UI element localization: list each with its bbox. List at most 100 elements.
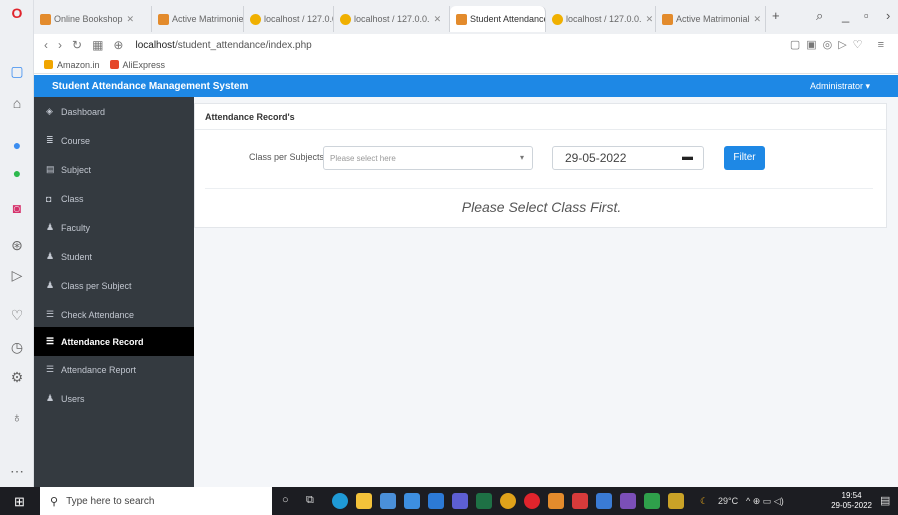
app-navbar: Student Attendance Management System Adm… xyxy=(34,75,898,97)
filter-button[interactable]: Filter xyxy=(724,146,765,170)
url-field[interactable]: localhost/student_attendance/index.php xyxy=(135,40,311,51)
aliexpress-icon xyxy=(109,60,119,69)
whatsapp-icon[interactable]: ● xyxy=(0,164,34,182)
users-icon: ♟ xyxy=(46,393,55,403)
tab-active-matrimonial[interactable]: Active Matrimonial ✕ xyxy=(656,6,766,32)
tab-phpmyadmin-2[interactable]: localhost / 127.0.0. ✕ xyxy=(334,6,450,32)
maximize-icon[interactable]: ▫ xyxy=(864,8,869,23)
sidebar-item-class[interactable]: ◘ Class xyxy=(34,184,194,213)
calendar-app-icon[interactable] xyxy=(404,493,420,509)
history-icon[interactable]: ◷ xyxy=(0,338,34,356)
phpmyadmin-icon xyxy=(250,13,261,25)
mail-icon[interactable] xyxy=(428,493,444,509)
instagram-icon[interactable]: ◙ xyxy=(0,199,34,217)
sidebar-item-subject[interactable]: ▤ Subject xyxy=(34,155,194,184)
tab-active-matrimonie[interactable]: Active Matrimonie ✕ xyxy=(152,6,244,32)
calendar-icon[interactable]: ▬ xyxy=(682,151,693,163)
windows-start-icon[interactable]: ⊞ xyxy=(14,494,25,510)
site-info-icon[interactable]: ⊕ xyxy=(113,38,123,52)
phpmyadmin-icon xyxy=(552,13,563,25)
tab-phpmyadmin-3[interactable]: localhost / 127.0.0. ✕ xyxy=(546,6,656,32)
close-icon[interactable]: ✕ xyxy=(127,14,135,25)
card-title: Attendance Record's xyxy=(195,104,886,130)
close-icon[interactable]: ✕ xyxy=(434,14,442,25)
sublime-icon[interactable] xyxy=(668,493,684,509)
app-sidebar: ◈ Dashboard ≣ Course ▤ Subject ◘ Class ♟ Facu… xyxy=(34,97,194,487)
new-tab-icon[interactable]: + xyxy=(772,8,780,23)
sidebar-item-faculty[interactable]: ♟ Faculty xyxy=(34,213,194,242)
sidebar-item-dashboard[interactable]: ◈ Dashboard xyxy=(34,97,194,126)
messenger-icon[interactable]: ● xyxy=(0,136,34,154)
app-icon[interactable] xyxy=(548,493,564,509)
opera-logo-icon[interactable]: O xyxy=(0,4,34,22)
minimize-icon[interactable]: _ xyxy=(842,8,849,23)
sidebar-item-check-attendance[interactable]: ☰ Check Attendance xyxy=(34,300,194,329)
close-window-icon[interactable]: › xyxy=(886,8,890,23)
bookmark-amazon[interactable]: Amazon.in xyxy=(44,60,100,70)
cortana-icon[interactable]: ○ xyxy=(282,494,289,506)
file-explorer-icon[interactable] xyxy=(356,493,372,509)
app-icon[interactable] xyxy=(644,493,660,509)
teams-icon[interactable] xyxy=(452,493,468,509)
divider xyxy=(205,188,873,189)
clock[interactable]: 19:54 29-05-2022 xyxy=(831,491,872,511)
search-tabs-icon[interactable]: ⌕ xyxy=(816,8,823,24)
edge-icon[interactable] xyxy=(332,493,348,509)
home-icon[interactable]: ▢ xyxy=(0,62,34,80)
favicon-icon xyxy=(456,13,467,25)
tab-student-attendance[interactable]: Student Attendance ✕ xyxy=(450,6,546,32)
opera-taskbar-icon[interactable] xyxy=(524,493,540,509)
favicon-icon xyxy=(40,13,51,25)
tabs-grid-icon[interactable]: ▦ xyxy=(92,38,103,52)
flow-icon[interactable]: ▷ xyxy=(0,266,34,284)
back-icon[interactable]: ‹ xyxy=(44,38,48,52)
bookmarks-bar: Amazon.in AliExpress xyxy=(34,56,898,74)
sidebar-item-class-per-subject[interactable]: ♟ Class per Subject xyxy=(34,271,194,300)
speed-dial-icon[interactable]: ⌂ xyxy=(0,94,34,112)
pinboard-icon[interactable]: ♡ xyxy=(0,306,34,324)
excel-icon[interactable] xyxy=(476,493,492,509)
weather-icon[interactable]: ☾ xyxy=(700,496,708,507)
tab-strip: Online Bookshop ✕ Active Matrimonie ✕ lo… xyxy=(34,0,898,34)
class-per-subject-select[interactable]: Please select here ▾ xyxy=(323,146,533,170)
chrome-icon[interactable] xyxy=(500,493,516,509)
more-icon[interactable]: ⋯ xyxy=(0,462,34,480)
tray-icons[interactable]: ^ ⊕ ▭ ◁) xyxy=(746,496,784,507)
player-icon[interactable]: ⊛ xyxy=(0,236,34,254)
sidebar-item-course[interactable]: ≣ Course xyxy=(34,126,194,155)
forward-icon[interactable]: › xyxy=(58,38,62,52)
address-bar-actions[interactable]: ▢▣◎▷♡ ≡ xyxy=(790,38,890,51)
tab-phpmyadmin-1[interactable]: localhost / 127.0.0. ✕ xyxy=(244,6,334,32)
class-icon: ◘ xyxy=(46,193,52,204)
store-icon[interactable] xyxy=(380,493,396,509)
search-icon: ⚲ xyxy=(50,495,59,508)
user-icon: ♟ xyxy=(46,222,55,232)
user-menu[interactable]: Administrator ▾ xyxy=(810,81,870,92)
sidebar-item-attendance-report[interactable]: ☰ Attendance Report xyxy=(34,355,194,384)
app-icon[interactable] xyxy=(620,493,636,509)
sidebar-item-users[interactable]: ♟ Users xyxy=(34,384,194,413)
caret-down-icon: ▾ xyxy=(865,80,870,91)
sidebar-item-attendance-record[interactable]: ☰ Attendance Record xyxy=(34,327,194,356)
close-icon[interactable]: ✕ xyxy=(754,14,762,25)
sidebar-item-student[interactable]: ♟ Student xyxy=(34,242,194,271)
date-input[interactable]: 29-05-2022 ▬ xyxy=(552,146,704,170)
list-icon: ☰ xyxy=(46,336,55,346)
notifications-icon[interactable]: ▤ xyxy=(880,494,890,507)
empty-state-message: Please Select Class First. xyxy=(461,199,622,215)
chevron-down-icon: ▾ xyxy=(519,153,524,162)
media-icon[interactable] xyxy=(572,493,588,509)
word-icon[interactable] xyxy=(596,493,612,509)
favicon-icon xyxy=(158,13,169,25)
reload-icon[interactable]: ↻ xyxy=(72,38,82,52)
extensions-icon[interactable]: ♁ xyxy=(0,408,34,426)
app-title[interactable]: Student Attendance Management System xyxy=(52,81,248,92)
weather-temp[interactable]: 29°C xyxy=(718,496,738,506)
taskbar-search[interactable]: ⚲ Type here to search xyxy=(40,487,272,515)
close-icon[interactable]: ✕ xyxy=(646,14,654,25)
task-view-icon[interactable]: ⧉ xyxy=(306,494,314,507)
dashboard-icon: ◈ xyxy=(46,106,53,116)
tab-online-bookshop[interactable]: Online Bookshop ✕ xyxy=(34,6,152,32)
bookmark-aliexpress[interactable]: AliExpress xyxy=(109,60,165,70)
settings-icon[interactable]: ⚙ xyxy=(0,368,34,386)
